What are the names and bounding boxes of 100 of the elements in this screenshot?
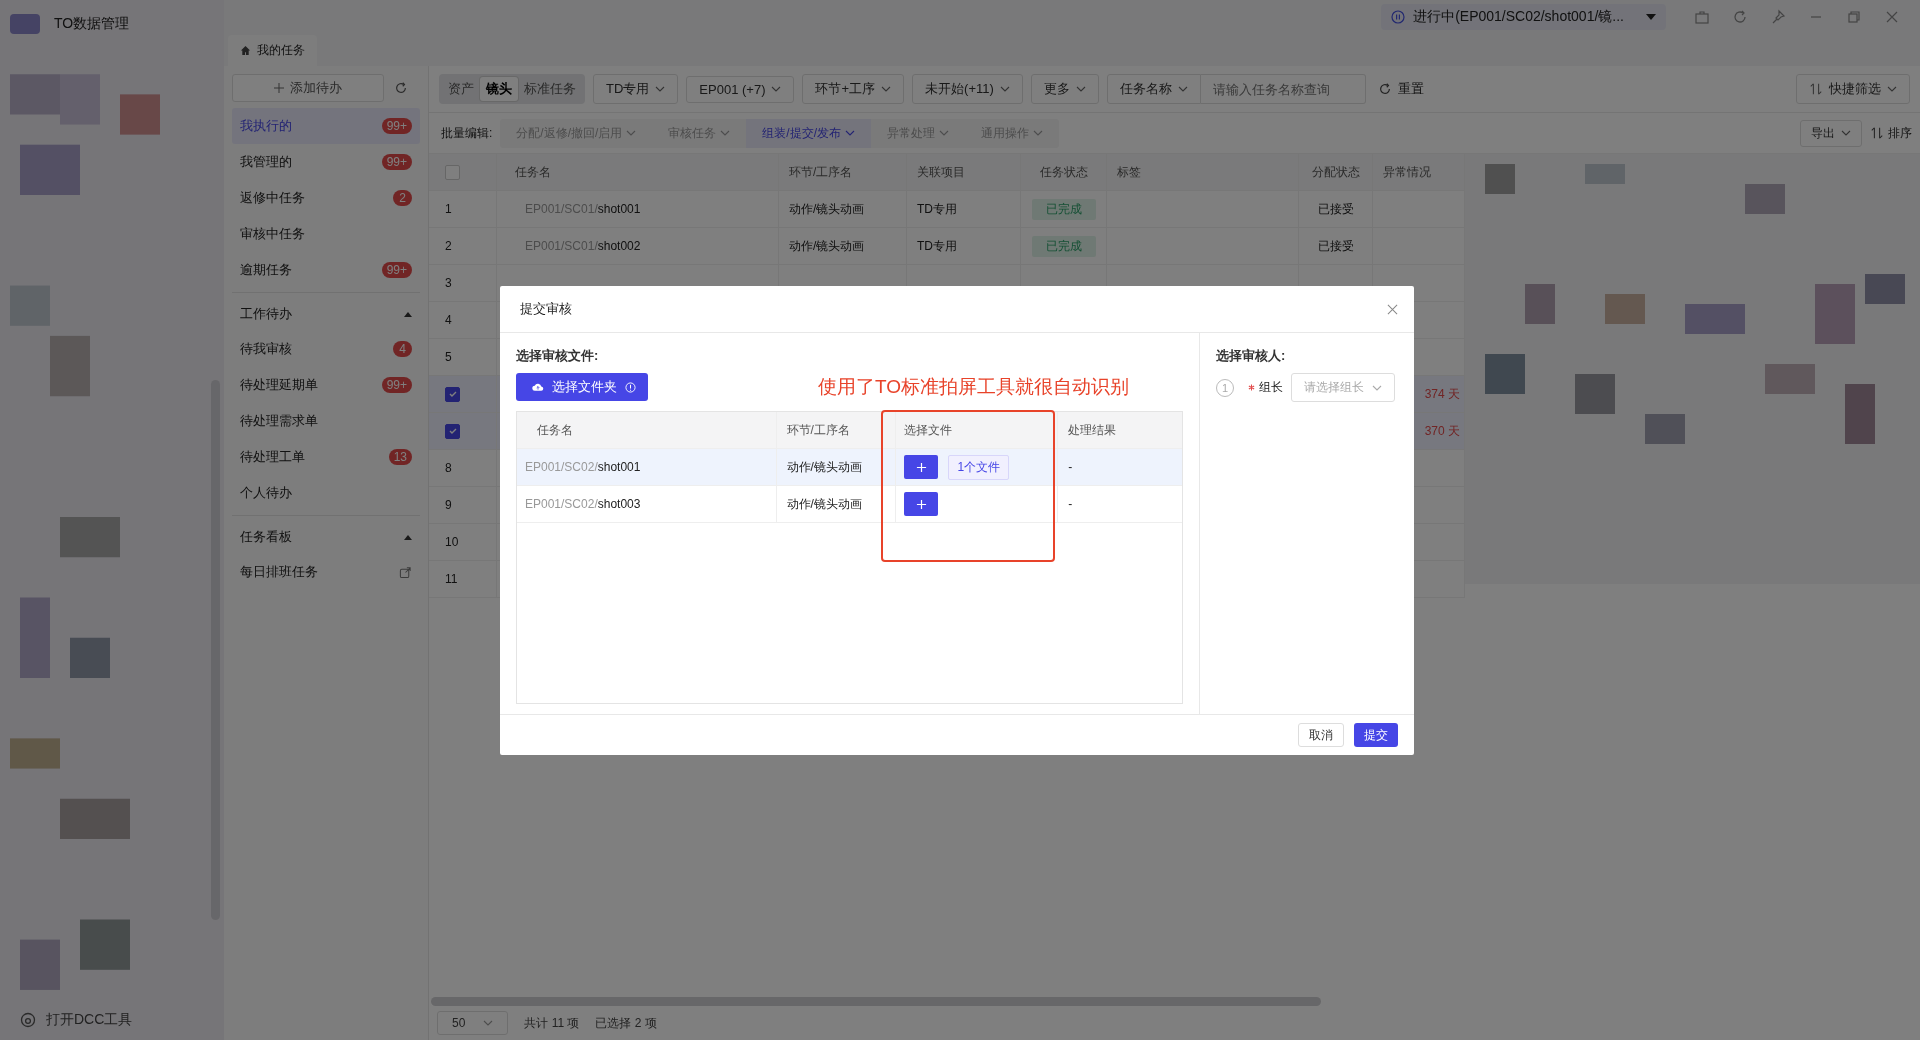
sidebar-item-label: 返修中任务 (240, 189, 305, 207)
chevron-down-icon (626, 130, 637, 136)
task-status-dropdown[interactable]: 进行中(EP001/SC02/shot001/镜... (1381, 4, 1666, 30)
sidebar-item-label: 个人待办 (240, 484, 292, 502)
sort-button[interactable]: 排序 (1870, 124, 1912, 142)
open-dcc-tool-link[interactable]: 打开DCC工具 (46, 1011, 133, 1029)
sidebar-item-label: 逾期任务 (240, 261, 292, 279)
table-cell: 已接受 (1317, 200, 1354, 218)
chevron-down-icon (881, 86, 892, 92)
row-number: 2 (445, 239, 452, 253)
add-file-button[interactable] (904, 492, 939, 516)
briefcase-icon[interactable] (1694, 9, 1710, 25)
table-cell: 已接受 (1317, 237, 1354, 255)
chevron-down-icon (1177, 86, 1188, 92)
section-label: 选择审核文件: (516, 347, 600, 365)
add-file-button[interactable] (904, 455, 939, 479)
sidebar-section-header[interactable]: 工作待办 (232, 297, 420, 331)
cloud-upload-icon (532, 382, 544, 392)
search-field[interactable]: 请输入任务名称查询 (1200, 74, 1366, 104)
batch-menu[interactable]: 组装/提交/发布 (746, 118, 872, 148)
chevron-down-icon (939, 130, 950, 136)
table-cell: - (1068, 460, 1073, 474)
file-count-tag[interactable]: 1个文件 (948, 454, 1010, 480)
restore-icon[interactable] (1846, 9, 1862, 25)
task-name: EP001/SC01/shot001 (524, 202, 641, 216)
count-badge: 2 (393, 190, 412, 206)
overdue-days: 370 天 (1424, 422, 1460, 440)
row-number: 3 (445, 276, 452, 290)
sidebar-section-header[interactable]: 任务看板 (232, 520, 420, 554)
chevron-down-icon (655, 86, 666, 92)
cancel-button[interactable]: 取消 (1298, 723, 1344, 747)
filter-dropdown[interactable]: EP001 (+7) (686, 75, 795, 103)
sidebar-item[interactable]: 我执行的 99+ (232, 108, 420, 144)
reset-button[interactable]: 重置 (1377, 80, 1424, 98)
sidebar-item[interactable]: 返修中任务 2 (232, 180, 420, 216)
submit-button[interactable]: 提交 (1354, 723, 1398, 747)
view-tab[interactable]: 资产 (442, 77, 480, 101)
refresh-icon[interactable] (1732, 9, 1748, 25)
pin-icon[interactable] (1770, 9, 1786, 25)
sidebar-item[interactable]: 逾期任务 99+ (232, 252, 420, 288)
field-label: 组长 (1259, 379, 1283, 396)
sidebar-item[interactable]: 个人待办 (232, 475, 420, 511)
row-number: 10 (445, 535, 459, 549)
table-cell: 动作/镜头动画 (789, 200, 865, 218)
task-name: EP001/SC01/shot002 (524, 239, 641, 253)
filter-dropdown[interactable]: 环节+工序 (802, 74, 905, 104)
select-all-checkbox[interactable] (445, 164, 460, 180)
count-badge: 99+ (381, 118, 412, 134)
sidebar-item[interactable]: 我管理的 99+ (232, 144, 420, 180)
overdue-days: 374 天 (1424, 385, 1460, 403)
plus-icon (274, 83, 284, 93)
table-cell: 动作/镜头动画 (786, 458, 862, 476)
close-icon[interactable] (1387, 303, 1398, 315)
selected-count: 已选择 2 项 (595, 1014, 657, 1032)
count-badge: 99+ (381, 262, 412, 278)
select-folder-button[interactable]: 选择文件夹 (516, 373, 648, 401)
refresh-icon[interactable] (394, 81, 408, 95)
sidebar-item[interactable]: 待处理需求单 (232, 403, 420, 439)
section-label: 选择审核人: (1216, 347, 1287, 365)
table-cell: - (1068, 497, 1073, 511)
leader-select[interactable]: 请选择组长 (1291, 373, 1395, 402)
row-number: 1 (445, 202, 452, 216)
sidebar-item-label: 每日排班任务 (240, 563, 318, 581)
chevron-down-icon (999, 86, 1010, 92)
sidebar-item[interactable]: 待处理工单 13 (232, 439, 420, 475)
sidebar-item[interactable]: 审核中任务 (232, 216, 420, 252)
horizontal-scrollbar[interactable] (431, 997, 1321, 1006)
sidebar-item[interactable]: 待处理延期单 99+ (232, 367, 420, 403)
row-number: 11 (445, 572, 458, 586)
view-tab[interactable]: 标准任务 (518, 77, 582, 101)
refresh-icon (1377, 82, 1392, 96)
row-checkbox[interactable] (445, 386, 460, 402)
column-header: 环节/工序名 (776, 412, 897, 448)
filter-dropdown[interactable]: 未开始(+11) (912, 74, 1023, 104)
filter-dropdown[interactable]: 更多 (1030, 74, 1099, 104)
filter-dropdown[interactable]: TD专用 (593, 74, 679, 104)
chevron-down-icon (720, 130, 731, 136)
search-field-dropdown[interactable]: 任务名称 (1106, 74, 1201, 104)
row-checkbox[interactable] (445, 423, 460, 439)
close-icon[interactable] (1884, 9, 1900, 25)
chevron-down-icon (1887, 86, 1897, 92)
quick-filter-dropdown[interactable]: 快捷筛选 (1796, 74, 1910, 104)
sidebar-item-label: 待处理需求单 (240, 412, 318, 430)
batch-edit-label: 批量编辑: (441, 124, 493, 142)
home-icon (240, 45, 251, 56)
row-number: 8 (445, 461, 452, 475)
sidebar-item[interactable]: 每日排班任务 (232, 554, 420, 590)
sidebar-item-label: 待处理工单 (240, 448, 305, 466)
sidebar-item-label: 我管理的 (240, 153, 292, 171)
total-count: 共计 11 项 (524, 1014, 580, 1032)
status-tag: 已完成 (1031, 198, 1096, 220)
page-size-dropdown[interactable]: 50 (437, 1011, 509, 1035)
add-todo-button[interactable]: 添加待办 (232, 74, 384, 102)
page-tab[interactable]: 我的任务 (228, 35, 317, 66)
task-name: EP001/SC02/shot003 (525, 497, 641, 511)
count-badge: 99+ (381, 154, 412, 170)
sidebar-item[interactable]: 待我审核 4 (232, 331, 420, 367)
view-tab[interactable]: 镜头 (480, 77, 518, 101)
table-cell: TD专用 (917, 200, 957, 218)
export-dropdown[interactable]: 导出 (1800, 119, 1862, 147)
